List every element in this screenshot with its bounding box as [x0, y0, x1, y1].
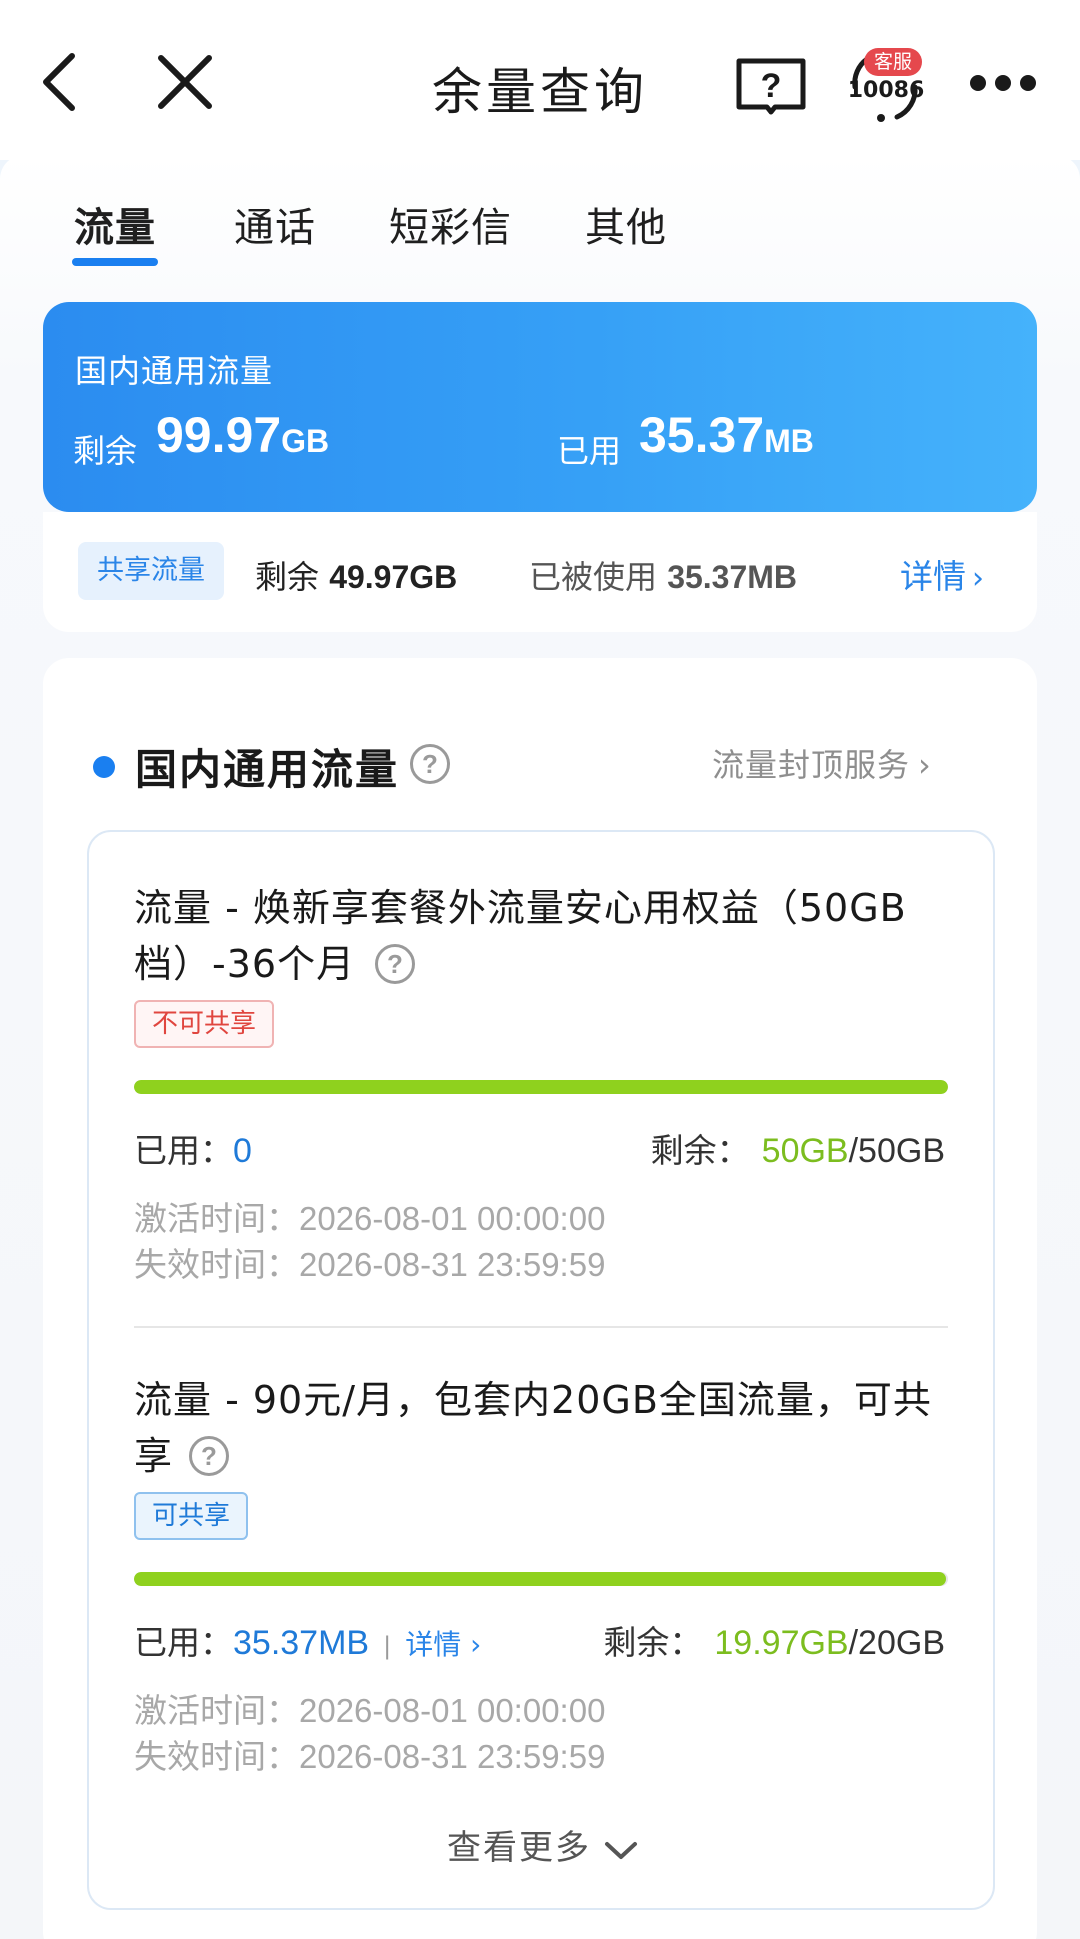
- top-bar: 余量查询 ? 客服 10086: [0, 0, 1080, 160]
- activation-value: 2026-08-01 00:00:00: [299, 1692, 606, 1729]
- summary-used: 35.37MB: [639, 406, 814, 464]
- expiry-time: 失效时间：2026-08-31 23:59:59: [134, 1730, 605, 1778]
- tab-data[interactable]: 流量: [74, 195, 156, 253]
- package-title: 流量 - 焕新享套餐外流量安心用权益（50GB 档）-36个月: [134, 880, 954, 992]
- package-title-line1: 流量 - 焕新享套餐外流量安心用权益（50GB: [134, 886, 907, 930]
- remaining-label: 剩余：: [603, 1623, 703, 1662]
- remaining-label: 剩余：: [650, 1131, 750, 1170]
- shared-data-strip: 共享流量 剩余 49.97GB 已被使用 35.37MB 详情 ›: [43, 512, 1037, 632]
- summary-title: 国内通用流量: [75, 352, 274, 390]
- shared-remaining-value: 49.97GB: [329, 559, 458, 595]
- summary-used-value: 35.37: [639, 407, 765, 463]
- shared-used: 已被使用 35.37MB: [529, 552, 797, 598]
- remaining-value: 19.97GB: [714, 1624, 849, 1662]
- package-title-line2: 享: [134, 1428, 954, 1484]
- expiry-label: 失效时间：: [134, 1245, 299, 1284]
- activation-label: 激活时间：: [134, 1691, 299, 1730]
- data-packages-section: 国内通用流量 ? 流量封顶服务 › 流量 - 焕新享套餐外流量安心用权益（50GB…: [43, 658, 1037, 1939]
- summary-remaining-value: 99.97: [156, 407, 282, 463]
- package-remaining: 剩余： 50GB/50GB: [651, 1124, 945, 1172]
- package-used: 已用：0: [134, 1124, 252, 1172]
- package-title-line2-text: 档）-36个月: [134, 942, 356, 986]
- chevron-down-icon: [605, 1841, 637, 1859]
- view-more-button[interactable]: 查看更多: [89, 1820, 997, 1869]
- package-progress-bar: [134, 1572, 948, 1586]
- section-title: 国内通用流量: [135, 745, 400, 794]
- package-progress-fill: [134, 1080, 948, 1094]
- question-icon[interactable]: ?: [375, 944, 415, 984]
- service-badge: 客服: [864, 48, 922, 76]
- data-cap-service-link[interactable]: 流量封顶服务 ›: [712, 740, 932, 786]
- summary-remaining: 99.97GB: [156, 406, 329, 464]
- used-detail-label: 详情: [405, 1628, 462, 1661]
- package-title-line1: 流量 - 90元/月，包套内20GB全国流量，可共: [134, 1378, 932, 1422]
- shareable-tag: 可共享: [134, 1492, 249, 1540]
- remaining-value: 50GB: [761, 1132, 849, 1170]
- used-label: 已用：: [134, 1623, 233, 1662]
- package-remaining: 剩余： 19.97GB/20GB: [603, 1616, 945, 1664]
- tab-other[interactable]: 其他: [585, 195, 667, 253]
- question-icon[interactable]: ?: [189, 1436, 229, 1476]
- summary-used-unit: MB: [764, 423, 814, 459]
- shared-remaining: 剩余 49.97GB: [255, 552, 457, 598]
- summary-used-label: 已用: [557, 432, 622, 470]
- question-icon[interactable]: ?: [410, 744, 450, 784]
- activation-time: 激活时间：2026-08-01 00:00:00: [134, 1192, 605, 1240]
- more-options-icon[interactable]: [968, 70, 1038, 96]
- used-value: 0: [233, 1132, 252, 1170]
- package-progress-bar: [134, 1080, 948, 1094]
- package-total: /20GB: [848, 1624, 945, 1662]
- shared-used-label: 已被使用: [529, 558, 668, 596]
- expiry-value: 2026-08-31 23:59:59: [299, 1246, 606, 1283]
- package-used: 已用：35.37MB | 详情 ›: [134, 1616, 481, 1664]
- summary-remaining-label: 剩余: [73, 432, 138, 470]
- shared-data-tag: 共享流量: [78, 542, 224, 600]
- active-tab-indicator: [72, 258, 158, 266]
- chevron-right-icon: ›: [461, 1628, 482, 1661]
- expiry-label: 失效时间：: [134, 1737, 299, 1776]
- package-title-line2: 档）-36个月: [134, 936, 954, 992]
- data-summary-card: 国内通用流量 剩余 99.97GB 已用 35.37MB: [43, 302, 1037, 512]
- separator: |: [383, 1632, 392, 1660]
- shared-remaining-label: 剩余: [255, 558, 330, 596]
- tab-bar: 流量 通话 短彩信 其他: [0, 195, 1080, 275]
- shared-detail-label: 详情: [900, 557, 966, 596]
- expiry-value: 2026-08-31 23:59:59: [299, 1738, 606, 1775]
- used-label: 已用：: [134, 1131, 233, 1170]
- activation-time: 激活时间：2026-08-01 00:00:00: [134, 1684, 605, 1732]
- data-cap-service-label: 流量封顶服务: [712, 746, 911, 784]
- used-detail-link[interactable]: 详情 ›: [405, 1628, 481, 1661]
- not-shareable-tag: 不可共享: [134, 1000, 275, 1048]
- svg-text:?: ?: [761, 67, 782, 105]
- package-title-line2-text: 享: [134, 1434, 174, 1478]
- tab-sms-mms[interactable]: 短彩信: [389, 195, 512, 253]
- used-value: 35.37MB: [233, 1624, 370, 1662]
- activation-label: 激活时间：: [134, 1199, 299, 1238]
- chevron-right-icon: ›: [972, 561, 984, 596]
- package-list: 流量 - 焕新享套餐外流量安心用权益（50GB 档）-36个月 ? 不可共享 已…: [87, 830, 995, 1910]
- expiry-time: 失效时间：2026-08-31 23:59:59: [134, 1238, 605, 1286]
- activation-value: 2026-08-01 00:00:00: [299, 1200, 606, 1237]
- section-bullet-icon: [93, 756, 115, 778]
- package-divider: [134, 1326, 948, 1328]
- view-more-label: 查看更多: [447, 1828, 591, 1868]
- package-title: 流量 - 90元/月，包套内20GB全国流量，可共 享: [134, 1372, 954, 1484]
- package-progress-fill: [134, 1572, 947, 1586]
- shared-detail-link[interactable]: 详情 ›: [900, 550, 984, 598]
- chevron-right-icon: ›: [918, 746, 932, 784]
- tab-calls[interactable]: 通话: [234, 195, 316, 253]
- service-number[interactable]: 10086: [846, 78, 926, 103]
- shared-used-value: 35.37MB: [667, 559, 798, 595]
- package-total: /50GB: [848, 1132, 945, 1170]
- summary-remaining-unit: GB: [281, 423, 330, 459]
- help-book-icon[interactable]: ?: [735, 55, 807, 115]
